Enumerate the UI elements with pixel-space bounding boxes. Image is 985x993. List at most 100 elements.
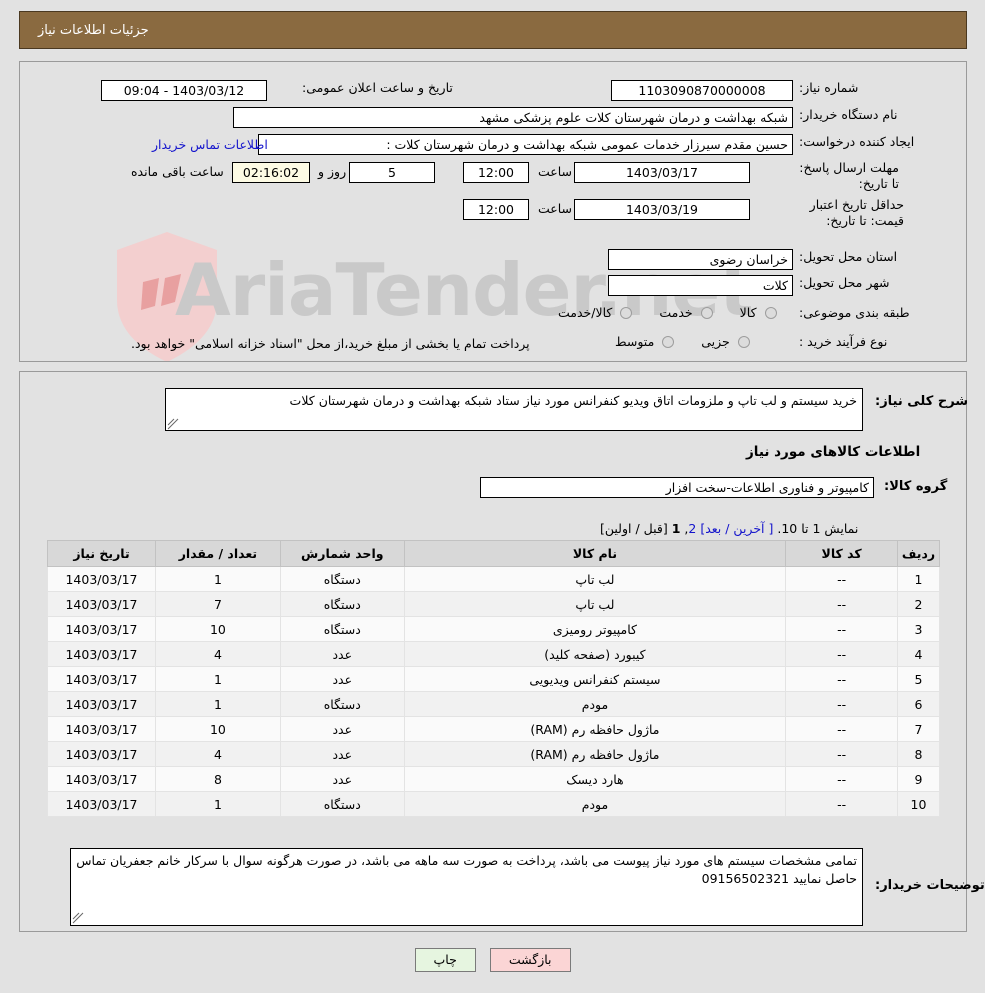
cell-name: لب تاپ — [403, 591, 787, 617]
cell-need-date: 1403/03/17 — [47, 716, 156, 742]
cell-name: مودم — [403, 791, 787, 817]
response-deadline-time: 12:00 — [463, 162, 529, 183]
table-row: 10 -- مودم دستگاه 1 1403/03/17 — [47, 791, 940, 817]
cell-code: -- — [785, 791, 899, 817]
requester-value: حسین مقدم سیرزار خدمات عمومی شبکه بهداشت… — [258, 134, 793, 155]
cell-unit: دستگاه — [279, 616, 405, 642]
cell-qty: 4 — [154, 741, 281, 767]
cell-code: -- — [785, 666, 899, 692]
response-deadline-label: مهلت ارسال پاسخ: تا تاریخ: — [799, 160, 899, 191]
cell-need-date: 1403/03/17 — [47, 666, 156, 692]
buyer-org-label-row: نام دستگاه خریدار: — [799, 107, 897, 122]
process-option-motevaset[interactable]: متوسط — [612, 334, 676, 349]
price-validity-label: حداقل تاریخ اعتبار قیمت: تا تاریخ: — [809, 197, 904, 228]
category-option-kala-khedmat-label: کالا/خدمت — [558, 305, 613, 320]
pagination-prefix: نمایش 1 تا 10. — [777, 521, 859, 536]
radio-icon[interactable] — [620, 306, 633, 319]
buyer-contact-link[interactable]: اطلاعات تماس خریدار — [152, 137, 268, 152]
response-deadline-date: 1403/03/17 — [574, 162, 750, 183]
col-code: کد کالا — [785, 540, 899, 567]
cell-qty: 4 — [154, 641, 281, 667]
cell-radif: 1 — [897, 566, 940, 592]
pagination-last-next[interactable]: [ آخرین / بعد] — [700, 521, 773, 536]
cell-qty: 10 — [154, 616, 281, 642]
process-option-jozei[interactable]: جزیی — [698, 334, 752, 349]
page-title-bar: جزئیات اطلاعات نیاز — [19, 11, 967, 49]
category-option-kala-khedmat[interactable]: کالا/خدمت — [555, 305, 634, 320]
cell-radif: 5 — [897, 666, 940, 692]
buyer-notes-label: توضیحات خریدار: — [875, 878, 985, 893]
cell-name: ماژول حافظه رم (RAM) — [403, 716, 787, 742]
col-need-date: تاریخ نیاز — [47, 540, 156, 567]
category-option-khedmat[interactable]: خدمت — [656, 305, 714, 320]
cell-code: -- — [785, 641, 899, 667]
cell-unit: عدد — [279, 641, 405, 667]
table-row: 2 -- لب تاپ دستگاه 7 1403/03/17 — [47, 591, 940, 617]
cell-unit: عدد — [279, 666, 405, 692]
table-row: 4 -- کیبورد (صفحه کلید) عدد 4 1403/03/17 — [47, 641, 940, 667]
cell-name: کیبورد (صفحه کلید) — [403, 641, 787, 667]
response-deadline-time-label: ساعت — [538, 164, 573, 179]
buyer-org-value: شبکه بهداشت و درمان شهرستان کلات علوم پز… — [233, 107, 793, 128]
table-header-row: ردیف کد کالا نام کالا واحد شمارش تعداد /… — [47, 540, 940, 567]
cell-radif: 2 — [897, 591, 940, 617]
back-button[interactable]: بازگشت — [489, 948, 571, 972]
col-unit: واحد شمارش — [279, 540, 405, 567]
table-row: 7 -- ماژول حافظه رم (RAM) عدد 10 1403/03/17 — [47, 716, 940, 742]
province-label-row: استان محل تحویل: — [799, 249, 897, 264]
goods-group-label: گروه کالا: — [884, 479, 948, 494]
price-validity-date: 1403/03/19 — [574, 199, 750, 220]
radio-icon[interactable] — [764, 306, 777, 319]
cell-code: -- — [785, 766, 899, 792]
requester-label: ایجاد کننده درخواست: — [799, 134, 915, 149]
radio-icon[interactable] — [700, 306, 713, 319]
pagination-page-2[interactable]: 2 — [688, 521, 696, 536]
city-label-row: شهر محل تحویل: — [799, 275, 889, 290]
need-number-value: 1103090870000008 — [611, 80, 793, 101]
cell-radif: 6 — [897, 691, 940, 717]
cell-code: -- — [785, 691, 899, 717]
buyer-org-label: نام دستگاه خریدار: — [799, 107, 898, 122]
cell-need-date: 1403/03/17 — [47, 566, 156, 592]
category-option-kala[interactable]: کالا — [737, 305, 779, 320]
public-announce-label-row: تاریخ و ساعت اعلان عمومی: — [302, 80, 453, 95]
radio-icon[interactable] — [737, 335, 750, 348]
process-option-jozei-label: جزیی — [701, 334, 730, 349]
process-type-label: نوع فرآیند خرید : — [799, 334, 888, 349]
process-type-radio-group: جزیی متوسط — [612, 334, 752, 349]
price-validity-time: 12:00 — [463, 199, 529, 220]
need-summary-textarea[interactable]: خرید سیستم و لب تاپ و ملزومات اتاق ویدیو… — [165, 388, 863, 431]
process-type-note: پرداخت تمام یا بخشی از مبلغ خرید،از محل … — [131, 336, 530, 351]
print-button[interactable]: چاپ — [414, 948, 476, 972]
province-label: استان محل تحویل: — [799, 249, 898, 264]
category-label: طبقه بندی موضوعی: — [799, 305, 910, 320]
cell-name: سیستم کنفرانس ویدیویی — [403, 666, 787, 692]
cell-radif: 4 — [897, 641, 940, 667]
cell-need-date: 1403/03/17 — [47, 791, 156, 817]
buyer-notes-textarea[interactable]: تمامی مشخصات سیستم های مورد نیاز پیوست م… — [70, 848, 863, 926]
countdown-remaining-label: ساعت باقی مانده — [131, 164, 224, 179]
cell-qty: 7 — [154, 591, 281, 617]
cell-qty: 10 — [154, 716, 281, 742]
cell-unit: دستگاه — [279, 791, 405, 817]
public-announce-value: 1403/03/12 - 09:04 — [101, 80, 267, 101]
cell-unit: دستگاه — [279, 591, 405, 617]
cell-name: لب تاپ — [403, 566, 787, 592]
cell-code: -- — [785, 566, 899, 592]
category-option-khedmat-label: خدمت — [659, 305, 693, 320]
countdown-days: 5 — [349, 162, 435, 183]
radio-icon[interactable] — [662, 335, 675, 348]
cell-unit: عدد — [279, 741, 405, 767]
cell-qty: 1 — [154, 666, 281, 692]
cell-need-date: 1403/03/17 — [47, 641, 156, 667]
cell-radif: 10 — [897, 791, 940, 817]
goods-section-heading: اطلاعات کالاهای مورد نیاز — [746, 444, 921, 460]
category-option-kala-label: کالا — [739, 305, 757, 320]
cell-need-date: 1403/03/17 — [47, 691, 156, 717]
process-option-motevaset-label: متوسط — [615, 334, 655, 349]
table-row: 6 -- مودم دستگاه 1 1403/03/17 — [47, 691, 940, 717]
cell-name: مودم — [403, 691, 787, 717]
table-row: 8 -- ماژول حافظه رم (RAM) عدد 4 1403/03/17 — [47, 741, 940, 767]
cell-unit: دستگاه — [279, 691, 405, 717]
cell-qty: 1 — [154, 791, 281, 817]
